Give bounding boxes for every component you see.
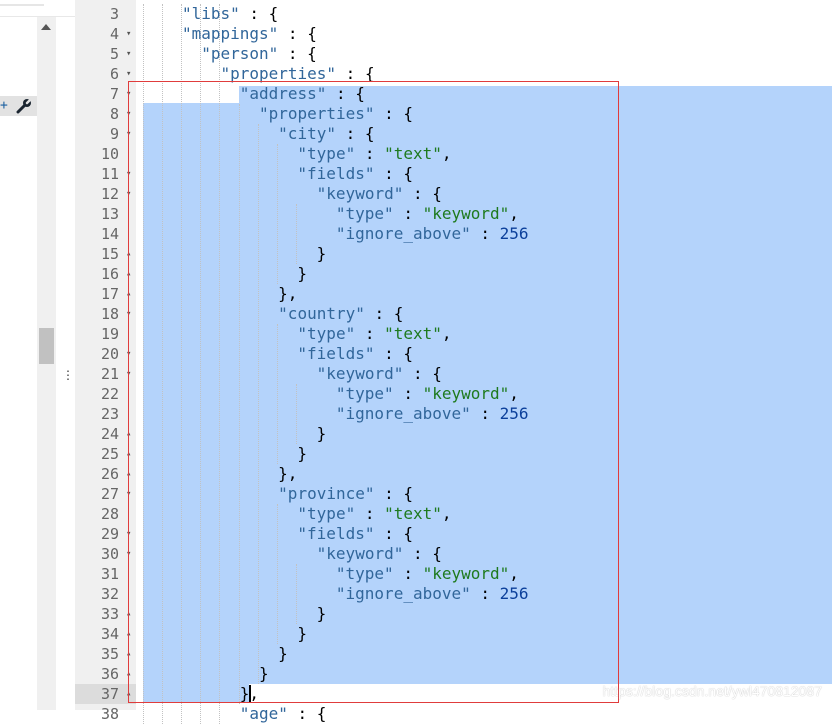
line-number: 16 xyxy=(100,265,119,283)
line-number: 11 xyxy=(100,165,119,183)
fold-open-icon[interactable]: ▾ xyxy=(126,24,131,44)
wrench-icon[interactable] xyxy=(15,98,33,114)
left-panel xyxy=(0,17,37,710)
scroll-thumb[interactable] xyxy=(39,328,54,364)
json-punctuation: : { xyxy=(287,704,327,723)
fold-open-icon[interactable]: ▾ xyxy=(126,44,131,64)
code-line: "age" : { xyxy=(240,704,327,724)
line-number: 37 xyxy=(100,685,119,703)
gutter-line: 35 ▴ xyxy=(75,644,136,664)
gutter-line: 31 xyxy=(75,564,136,584)
line-number: 23 xyxy=(100,405,119,423)
gutter-line: 14 xyxy=(75,224,136,244)
line-number: 20 xyxy=(100,345,119,363)
line-number: 12 xyxy=(100,185,119,203)
json-punctuation: : { xyxy=(278,24,317,43)
line-number: 13 xyxy=(100,205,119,223)
gutter-line: 20 ▾ xyxy=(75,344,136,364)
gutter-line: 10 xyxy=(75,144,136,164)
gutter-line: 7 ▾ xyxy=(75,84,136,104)
line-number: 6 xyxy=(109,65,119,83)
line-number: 34 xyxy=(100,625,119,643)
gutter-line: 21 ▾ xyxy=(75,364,136,384)
line-number: 14 xyxy=(100,225,119,243)
wrench-action[interactable]: + xyxy=(0,96,37,116)
drag-handle-icon[interactable]: ⋮ xyxy=(62,369,74,381)
line-number: 30 xyxy=(100,545,119,563)
line-number: 25 xyxy=(100,445,119,463)
gutter-line: 22 xyxy=(75,384,136,404)
line-number: 18 xyxy=(100,305,119,323)
plus-icon[interactable]: + xyxy=(0,97,8,115)
json-punctuation: : { xyxy=(278,44,317,63)
gutter-line: 26 ▴ xyxy=(75,464,136,484)
watermark: https://blog.csdn.net/ywl470812087 xyxy=(602,683,823,699)
gutter-line: 5 ▾ xyxy=(75,44,136,64)
json-key: "age" xyxy=(239,704,288,723)
json-key: "libs" xyxy=(181,4,240,23)
line-number: 29 xyxy=(100,525,119,543)
gutter-line: 27 ▾ xyxy=(75,484,136,504)
line-number: 3 xyxy=(109,5,119,23)
panel-splitter[interactable]: ⋮ xyxy=(56,17,75,710)
gutter-line: 29 ▾ xyxy=(75,524,136,544)
line-number: 26 xyxy=(100,465,119,483)
line-number: 9 xyxy=(109,125,119,143)
line-number: 32 xyxy=(100,585,119,603)
code-line: "libs" : { xyxy=(182,4,278,24)
gutter-line: 4 ▾ xyxy=(75,24,136,44)
top-tab[interactable] xyxy=(0,4,44,6)
json-key: "mappings" xyxy=(181,24,279,43)
gutter-line: 3 xyxy=(75,4,136,24)
code-line: "person" : { xyxy=(201,44,317,64)
line-number: 31 xyxy=(100,565,119,583)
gutter-line: 33 ▴ xyxy=(75,604,136,624)
gutter-line: 36 ▴ xyxy=(75,664,136,684)
gutter-line: 23 xyxy=(75,404,136,424)
gutter-line: 38 xyxy=(75,704,136,724)
gutter-line: 17 ▴ xyxy=(75,284,136,304)
line-number: 7 xyxy=(109,85,119,103)
line-number: 28 xyxy=(100,505,119,523)
line-number: 15 xyxy=(100,245,119,263)
line-number: 38 xyxy=(100,705,119,723)
line-number: 27 xyxy=(100,485,119,503)
line-number: 21 xyxy=(100,365,119,383)
line-number: 4 xyxy=(109,25,119,43)
gutter-line: 18 ▾ xyxy=(75,304,136,324)
gutter-line: 28 xyxy=(75,504,136,524)
line-number: 36 xyxy=(100,665,119,683)
gutter-line: 34 ▴ xyxy=(75,624,136,644)
gutter-line: 30 ▾ xyxy=(75,544,136,564)
gutter-line: 11 ▾ xyxy=(75,164,136,184)
line-number: 10 xyxy=(100,145,119,163)
line-number: 19 xyxy=(100,325,119,343)
gutter-line: 37 ▴ xyxy=(75,684,136,704)
line-number: 5 xyxy=(109,45,119,63)
gutter-line: 9 ▾ xyxy=(75,124,136,144)
line-number-gutter: 3 4 ▾ 5 ▾ 6 ▾ 7 ▾ 8 ▾ 9 ▾ 10 11 ▾ 12 ▾ 13 14 15 ▴ 16 ▴ 17 ▴ 18 ▾ 19 2… xyxy=(75,0,136,723)
line-number: 17 xyxy=(100,285,119,303)
scroll-up-arrow-icon[interactable] xyxy=(41,24,51,30)
gutter-line: 16 ▴ xyxy=(75,264,136,284)
line-number: 35 xyxy=(100,645,119,663)
line-number: 24 xyxy=(100,425,119,443)
gutter-line: 12 ▾ xyxy=(75,184,136,204)
json-key: "person" xyxy=(201,44,279,63)
line-number: 33 xyxy=(100,605,119,623)
vertical-scrollbar[interactable] xyxy=(37,17,56,710)
json-punctuation: : { xyxy=(239,4,279,23)
gutter-line: 19 xyxy=(75,324,136,344)
line-number: 22 xyxy=(100,385,119,403)
gutter-line: 24 ▴ xyxy=(75,424,136,444)
gutter-line: 6 ▾ xyxy=(75,64,136,84)
code-line: "mappings" : { xyxy=(182,24,317,44)
gutter-line: 32 xyxy=(75,584,136,604)
gutter-line: 25 ▴ xyxy=(75,444,136,464)
gutter-line: 8 ▾ xyxy=(75,104,136,124)
line-number: 8 xyxy=(109,105,119,123)
gutter-line: 13 xyxy=(75,204,136,224)
gutter-line: 15 ▴ xyxy=(75,244,136,264)
highlight-box xyxy=(128,81,619,703)
